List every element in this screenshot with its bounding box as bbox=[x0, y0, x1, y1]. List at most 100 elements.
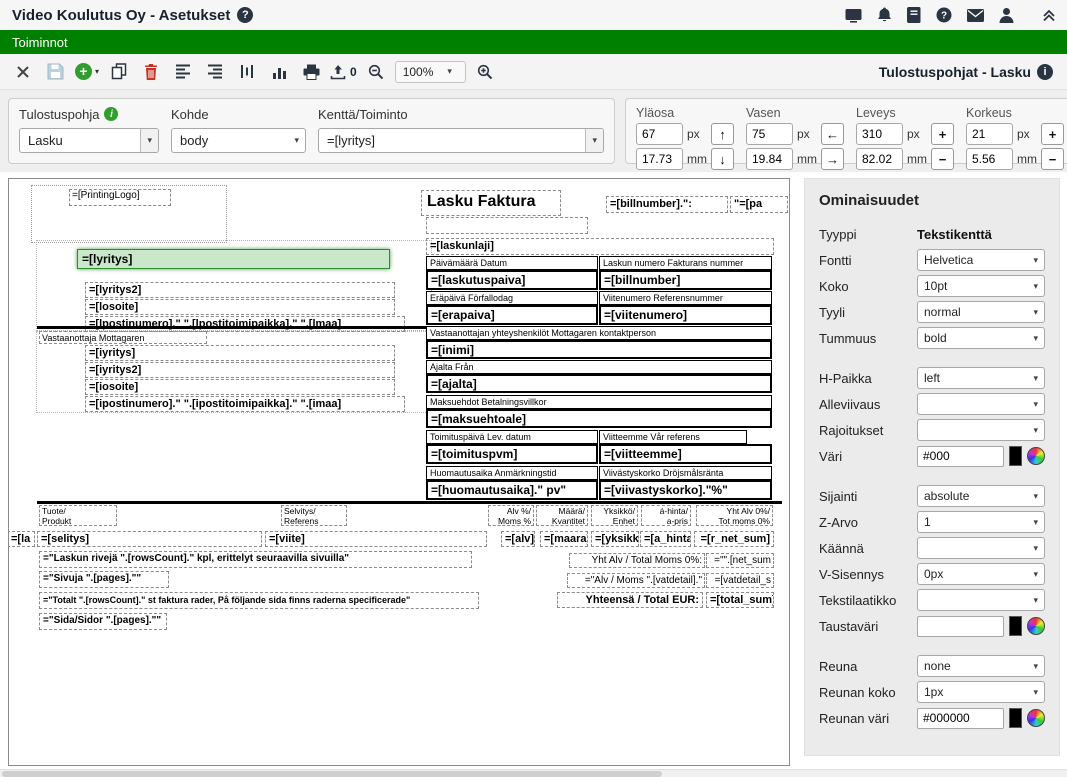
align-right-button[interactable] bbox=[202, 59, 228, 85]
help-badge-icon[interactable]: ? bbox=[237, 7, 253, 23]
scrollbar-thumb[interactable] bbox=[2, 771, 662, 777]
canvas-field[interactable]: =[lyritys2] bbox=[85, 282, 395, 298]
menu-toiminnot[interactable]: Toiminnot bbox=[12, 35, 68, 50]
canvas-field[interactable]: Alv %/ Moms % bbox=[488, 505, 534, 526]
align-left-button[interactable] bbox=[170, 59, 196, 85]
ylaosa-mm-input[interactable] bbox=[636, 148, 683, 170]
canvas-field[interactable]: Yht Alv 0%/ Tot moms 0% bbox=[696, 505, 773, 526]
style-select[interactable]: normal▾ bbox=[917, 301, 1045, 323]
size-select[interactable]: 10pt▾ bbox=[917, 275, 1045, 297]
vasen-left-button[interactable]: ← bbox=[821, 123, 844, 145]
background-color-input[interactable] bbox=[917, 616, 1004, 637]
leveys-px-input[interactable] bbox=[856, 123, 903, 145]
canvas-field[interactable]: Toimituspäivä Lev. datum bbox=[426, 430, 598, 444]
korkeus-increase-button[interactable]: + bbox=[1041, 123, 1064, 145]
color-swatch[interactable] bbox=[1009, 446, 1022, 466]
v-indent-select[interactable]: 0px▾ bbox=[917, 563, 1045, 585]
bell-icon[interactable] bbox=[877, 7, 892, 23]
canvas-field-selected[interactable]: =[lyritys] bbox=[77, 249, 390, 269]
print-button[interactable] bbox=[298, 59, 324, 85]
canvas-field[interactable]: ="Sivuja ".[pages]."" bbox=[39, 571, 169, 588]
restrictions-select[interactable]: ▾ bbox=[917, 419, 1045, 441]
canvas-field[interactable]: Ajalta Från bbox=[426, 360, 772, 374]
canvas-field[interactable]: ="".[net_sum bbox=[706, 553, 774, 568]
canvas-field[interactable]: Viitenumero Referensnummer bbox=[599, 291, 772, 305]
canvas-field[interactable]: =[viivastyskorko]."%" bbox=[599, 480, 772, 500]
canvas-field[interactable]: =[toimituspvm] bbox=[426, 444, 598, 464]
canvas-field[interactable]: ="Totalt ".[rowsCount]." st faktura rade… bbox=[39, 592, 479, 609]
canvas-field[interactable]: Yksikkö/ Enhet bbox=[591, 505, 638, 526]
distribute-icon[interactable] bbox=[234, 59, 260, 85]
canvas-field[interactable]: =[vatdetail_s bbox=[706, 573, 774, 588]
canvas-field[interactable]: =[ajalta] bbox=[426, 374, 772, 393]
canvas-field[interactable]: =[alv] bbox=[501, 531, 535, 547]
canvas-field[interactable]: Yht Alv / Total Moms 0%: bbox=[569, 553, 705, 568]
font-select[interactable]: Helvetica▾ bbox=[917, 249, 1045, 271]
upload-button[interactable]: 0 bbox=[330, 59, 357, 85]
add-button[interactable]: + ▾ bbox=[74, 59, 100, 85]
canvas-field[interactable]: ="Laskun rivejä ".[rowsCount]." kpl, eri… bbox=[39, 551, 472, 568]
canvas-field[interactable]: =[PrintingLogo] bbox=[69, 189, 171, 206]
color-swatch[interactable] bbox=[1009, 708, 1022, 728]
canvas-field[interactable]: =[laskunlaji] bbox=[426, 238, 774, 255]
delete-button[interactable] bbox=[138, 59, 164, 85]
korkeus-decrease-button[interactable]: − bbox=[1041, 148, 1064, 170]
canvas-field[interactable]: =[huomautusaika]." pv" bbox=[426, 480, 598, 500]
vasen-mm-input[interactable] bbox=[746, 148, 793, 170]
canvas-field[interactable]: Vastaanottajan yhteyshenkilöt Mottagaren… bbox=[426, 326, 772, 340]
user-icon[interactable] bbox=[999, 7, 1014, 23]
border-width-select[interactable]: 1px▾ bbox=[917, 681, 1045, 703]
zoom-in-button[interactable] bbox=[472, 59, 498, 85]
h-align-select[interactable]: left▾ bbox=[917, 367, 1045, 389]
korkeus-px-input[interactable] bbox=[966, 123, 1013, 145]
info-badge-icon[interactable]: i bbox=[1037, 64, 1053, 80]
canvas-field[interactable]: =[iyritys] bbox=[85, 345, 395, 361]
copy-button[interactable] bbox=[106, 59, 132, 85]
canvas-field[interactable]: =[inimi] bbox=[426, 340, 772, 359]
canvas-field[interactable]: Maksuehdot Betalningsvillkor bbox=[426, 395, 772, 409]
canvas-field[interactable]: =[r_net_sum] bbox=[694, 531, 774, 547]
ylaosa-px-input[interactable] bbox=[636, 123, 683, 145]
color-picker-icon[interactable] bbox=[1027, 617, 1045, 635]
canvas-field[interactable]: =[maara] bbox=[540, 531, 588, 547]
canvas-field[interactable]: Viivästyskorko Dröjsmålsränta bbox=[599, 466, 772, 480]
canvas-field[interactable]: Päivämäärä Datum bbox=[426, 256, 598, 270]
canvas-field[interactable]: "=[pa bbox=[730, 196, 788, 213]
canvas-field[interactable]: =[billnumber] bbox=[599, 270, 772, 290]
canvas-field[interactable]: á-hinta/ a-pris bbox=[641, 505, 691, 526]
vasen-right-button[interactable]: → bbox=[821, 148, 844, 170]
canvas-field[interactable]: Eräpäivä Förfallodag bbox=[426, 291, 598, 305]
tulostuspohja-select[interactable]: Lasku ▾ bbox=[19, 128, 159, 153]
canvas-field[interactable]: =[maksuehtoale] bbox=[426, 409, 772, 428]
canvas-field[interactable]: Lasku Faktura bbox=[421, 190, 561, 216]
canvas-field[interactable]: =[selitys] bbox=[37, 531, 262, 547]
zoom-level-select[interactable]: 100% ▾ bbox=[395, 61, 466, 83]
canvas-field[interactable]: Tuote/ Produkt bbox=[39, 505, 117, 526]
textbox-select[interactable]: ▾ bbox=[917, 589, 1045, 611]
canvas-field[interactable]: =[la bbox=[8, 531, 35, 547]
canvas-field[interactable]: ="Sida/Sidor ".[pages]."" bbox=[39, 613, 167, 630]
template-canvas[interactable]: =[PrintingLogo] =[lyritys] =[lyritys2]=[lo… bbox=[8, 178, 790, 766]
position-select[interactable]: absolute▾ bbox=[917, 485, 1045, 507]
close-button[interactable] bbox=[10, 59, 36, 85]
canvas-field[interactable]: Viitteemme Vår referens bbox=[599, 430, 747, 444]
zoom-out-button[interactable] bbox=[363, 59, 389, 85]
info-icon[interactable]: i bbox=[104, 107, 118, 121]
mail-icon[interactable] bbox=[967, 9, 984, 22]
ylaosa-up-button[interactable]: ↑ bbox=[711, 123, 734, 145]
canvas-field[interactable]: =[viitteemme] bbox=[599, 444, 772, 464]
collapse-icon[interactable] bbox=[1041, 8, 1057, 22]
canvas-field[interactable]: =[total_sum] bbox=[706, 592, 774, 608]
canvas-field[interactable]: Yhteensä / Total EUR: bbox=[557, 592, 703, 608]
color-swatch[interactable] bbox=[1009, 616, 1022, 636]
canvas-field[interactable]: =[erapaiva] bbox=[426, 305, 598, 325]
canvas-field[interactable]: Vastaanottaja Mottagaren bbox=[39, 331, 207, 344]
ylaosa-down-button[interactable]: ↓ bbox=[711, 148, 734, 170]
window-icon[interactable] bbox=[845, 8, 862, 23]
vasen-px-input[interactable] bbox=[746, 123, 793, 145]
border-color-input[interactable] bbox=[917, 708, 1004, 729]
canvas-field[interactable]: =[viitenumero] bbox=[599, 305, 772, 325]
canvas-field[interactable]: =[losoite] bbox=[85, 299, 395, 315]
canvas-field[interactable]: Huomautusaika Anmärkningstid bbox=[426, 466, 598, 480]
help-icon[interactable]: ? bbox=[936, 7, 952, 23]
